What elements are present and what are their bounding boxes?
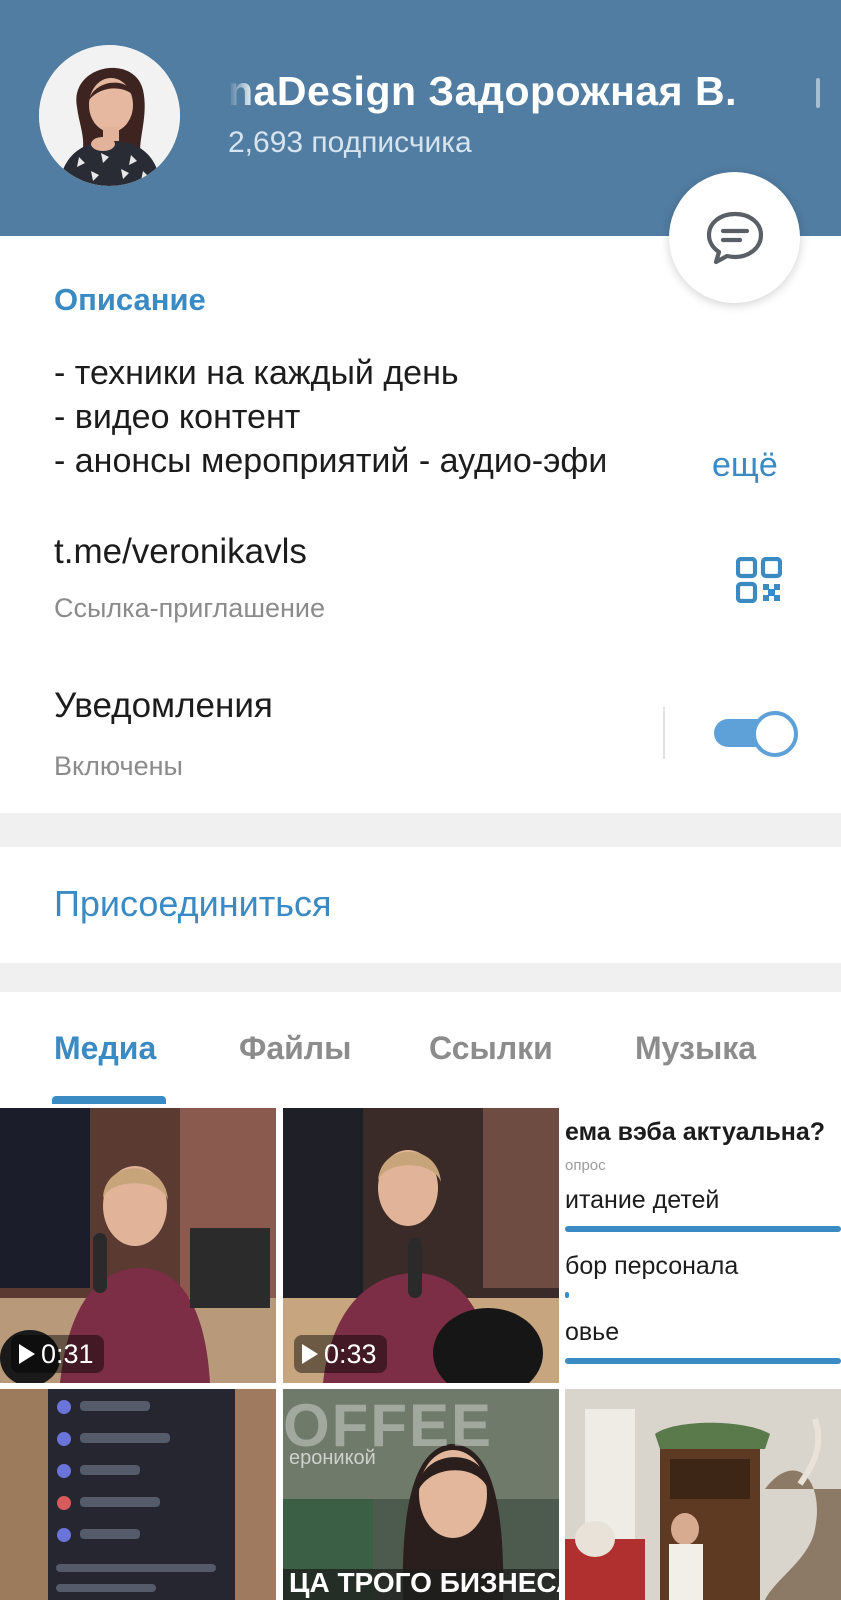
description-more-link[interactable]: ещё — [712, 446, 778, 485]
poll-option: бор персонала — [565, 1252, 739, 1280]
qr-code-icon[interactable] — [735, 556, 783, 604]
description-line: - видео контент — [54, 398, 301, 436]
media-video-1[interactable]: 0:31 — [0, 1108, 276, 1383]
poll-bar — [565, 1226, 841, 1232]
description-heading: Описание — [54, 282, 206, 317]
tab-music[interactable]: Музыка — [635, 1030, 756, 1067]
more-fade — [600, 442, 710, 490]
video-duration: 0:33 — [324, 1338, 377, 1369]
play-icon — [302, 1344, 318, 1364]
thumb-text: ероникой — [289, 1447, 376, 1469]
poll-option: итание детей — [565, 1186, 720, 1214]
screenshot-thumbnail — [0, 1389, 276, 1600]
video-duration: 0:31 — [41, 1338, 94, 1369]
title-fade — [228, 68, 256, 120]
video-duration-badge: 0:33 — [294, 1335, 387, 1373]
play-icon — [19, 1344, 35, 1364]
tab-files[interactable]: Файлы — [239, 1030, 351, 1067]
media-video-2[interactable]: 0:33 — [283, 1108, 559, 1383]
poll-option: овье — [565, 1318, 620, 1346]
description-line: - техники на каждый день — [54, 354, 459, 392]
chat-bubble-icon — [706, 211, 763, 264]
tab-indicator — [52, 1096, 166, 1104]
description-more-wrap: ещё — [600, 442, 800, 490]
notifications-toggle[interactable] — [714, 711, 798, 757]
discussion-button[interactable] — [669, 172, 800, 303]
channel-title: naDesign Задорожная В. — [228, 68, 737, 114]
media-poll[interactable]: ема вэба актуальна? опрос итание детей б… — [565, 1108, 841, 1383]
poll-subtitle: опрос — [565, 1157, 606, 1174]
notifications-status: Включены — [54, 751, 183, 781]
poll-bar — [565, 1358, 841, 1364]
subscriber-count: 2,693 подписчика — [228, 126, 472, 159]
channel-avatar[interactable] — [39, 45, 180, 186]
vertical-divider — [663, 707, 665, 759]
description-line: - анонсы мероприятий - аудио-эфи — [54, 442, 608, 480]
notifications-label[interactable]: Уведомления — [54, 686, 273, 726]
invite-link-label: Ссылка-приглашение — [54, 593, 326, 623]
toggle-knob — [752, 711, 798, 757]
poll-bar — [565, 1292, 569, 1298]
media-photo-1[interactable] — [0, 1389, 276, 1600]
media-photo-3[interactable] — [565, 1389, 841, 1600]
scroll-hint — [816, 78, 820, 108]
media-photo-2[interactable]: OFFEE ероникой ЦА ТРОГО БИЗНЕСА — [283, 1389, 559, 1600]
video-duration-badge: 0:31 — [11, 1335, 104, 1373]
interior-thumbnail — [565, 1389, 841, 1600]
thumb-caption: ЦА ТРОГО БИЗНЕСА — [289, 1567, 559, 1598]
join-button[interactable]: Присоединиться — [54, 883, 332, 925]
qr-glyph — [735, 556, 783, 604]
tab-links[interactable]: Ссылки — [429, 1030, 553, 1067]
avatar-photo — [39, 45, 180, 186]
poll-question: ема вэба актуальна? — [565, 1118, 826, 1146]
invite-link[interactable]: t.me/veronikavls — [54, 532, 307, 572]
tab-media[interactable]: Медиа — [54, 1030, 156, 1067]
